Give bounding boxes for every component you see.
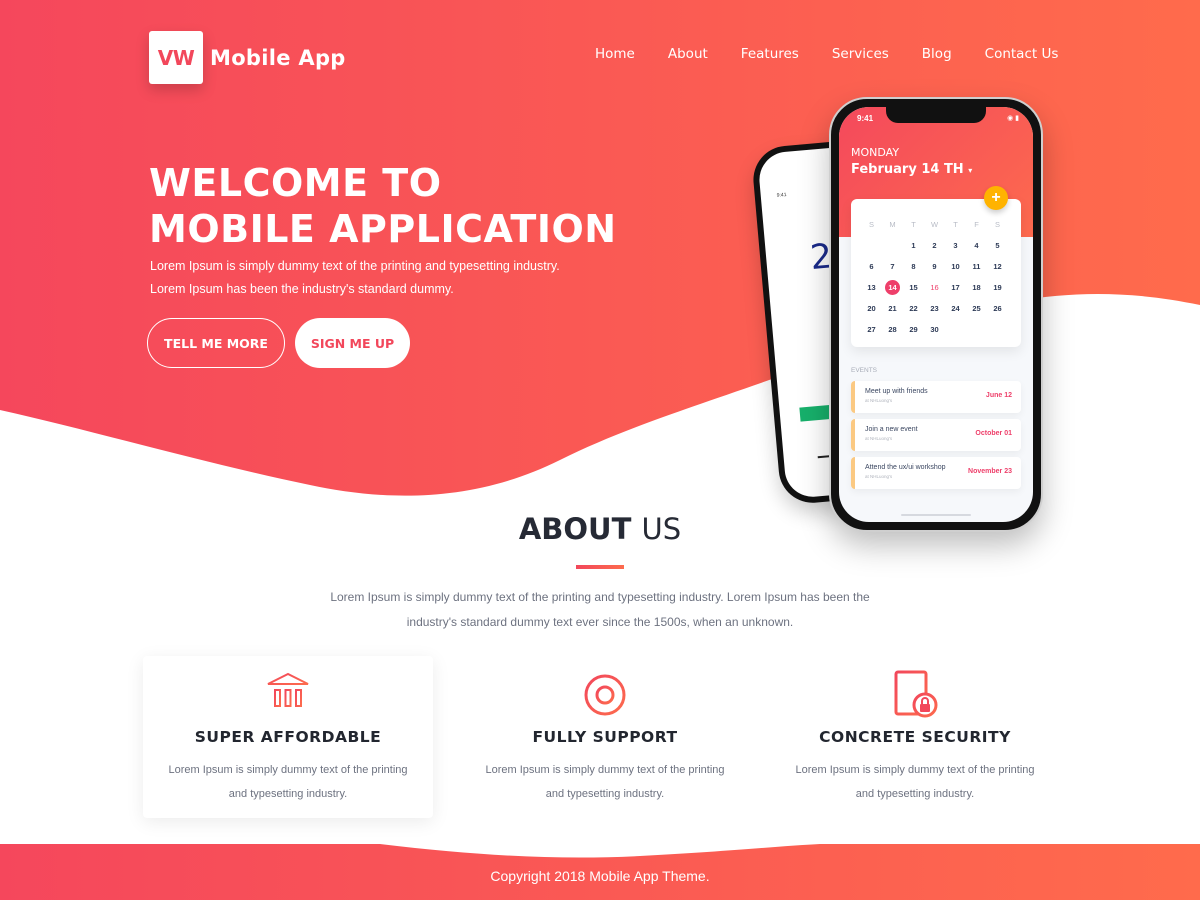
- sign-me-up-button[interactable]: SIGN ME UP: [295, 318, 410, 368]
- plus-icon: +: [984, 186, 1008, 210]
- calendar-blank: [882, 235, 903, 256]
- calendar-day[interactable]: 10: [945, 256, 966, 277]
- main-nav: Home About Features Services Blog Contac…: [595, 46, 1058, 62]
- calendar-day[interactable]: 24: [945, 298, 966, 319]
- calendar-weekday: T: [953, 220, 958, 229]
- event-location: at NHLuong's: [865, 474, 893, 479]
- event-item: Join a new event at NHLuong's October 01: [851, 419, 1021, 451]
- calendar-day[interactable]: 7: [882, 256, 903, 277]
- nav-blog[interactable]: Blog: [922, 46, 952, 62]
- calendar-day[interactable]: 8: [903, 256, 924, 277]
- calendar-day[interactable]: 25: [966, 298, 987, 319]
- event-item: Meet up with friends at NHLuong's June 1…: [851, 381, 1021, 413]
- brand-name: Mobile App: [210, 45, 346, 70]
- nav-contact-us[interactable]: Contact Us: [985, 46, 1059, 62]
- hero-title: WELCOME TO MOBILE APPLICATION: [149, 161, 617, 251]
- calendar-day[interactable]: 18: [966, 277, 987, 298]
- calendar-weekday: W: [930, 220, 939, 229]
- footer-copyright: Copyright 2018 Mobile App Theme.: [490, 868, 710, 884]
- event-location: at NHLuong's: [865, 398, 893, 403]
- hero-subtitle-line: Lorem Ipsum is simply dummy text of the …: [150, 259, 560, 273]
- feature-text: Lorem Ipsum is simply dummy text of the …: [168, 764, 408, 800]
- calendar-day[interactable]: 9: [924, 256, 945, 277]
- calendar-card: S M T W T F S 1 2 3 4 5 6 7 8 9 10 11 12 13 14 15 16 17 18 19 20 21…: [851, 199, 1021, 347]
- calendar-day[interactable]: 16: [924, 277, 945, 298]
- event-title: Attend the ux/ui workshop: [865, 464, 946, 471]
- hero-subtitle-line: Lorem Ipsum has been the industry's stan…: [150, 282, 454, 296]
- calendar-day[interactable]: 1: [903, 235, 924, 256]
- calendar-day[interactable]: 27: [861, 319, 882, 340]
- event-item: Attend the ux/ui workshop at NHLuong's N…: [851, 457, 1021, 489]
- calendar-day[interactable]: 13: [861, 277, 882, 298]
- nav-services[interactable]: Services: [832, 46, 889, 62]
- calendar-day[interactable]: 3: [945, 235, 966, 256]
- wifi-battery-icon: ◉ ▮: [1007, 115, 1019, 122]
- caret-down-icon: ▾: [968, 166, 973, 175]
- calendar-day[interactable]: 2: [924, 235, 945, 256]
- nav-home[interactable]: Home: [595, 46, 635, 62]
- phone-screen: 9:41 ◉ ▮ MONDAY February 14 TH ▾ S M T W T F S…: [839, 107, 1033, 522]
- phone-mockup-front: 9:41 ◉ ▮ MONDAY February 14 TH ▾ S M T W T F S…: [829, 97, 1043, 532]
- event-title: Join a new event: [865, 426, 918, 433]
- phone-date-text: February 14 TH: [851, 162, 964, 177]
- logo-mark: VW: [149, 31, 203, 84]
- tell-me-more-button[interactable]: TELL ME MORE: [147, 318, 285, 368]
- calendar-day[interactable]: 5: [987, 235, 1008, 256]
- events-label: EVENTS: [851, 367, 878, 374]
- about-text: Lorem Ipsum is simply dummy text of the …: [330, 590, 870, 629]
- feature-text: Lorem Ipsum is simply dummy text of the …: [795, 764, 1035, 800]
- phone-notch: [886, 107, 986, 123]
- calendar-weekday: F: [974, 220, 979, 229]
- about-title: ABOUT US: [0, 512, 1200, 546]
- calendar-day[interactable]: 30: [924, 319, 945, 340]
- calendar-day[interactable]: 22: [903, 298, 924, 319]
- calendar-day[interactable]: 12: [987, 256, 1008, 277]
- calendar-day[interactable]: 4: [966, 235, 987, 256]
- about-title-bold: ABOUT: [518, 512, 632, 546]
- calendar-day[interactable]: 23: [924, 298, 945, 319]
- nav-about[interactable]: About: [668, 46, 708, 62]
- calendar-grid: S M T W T F S 1 2 3 4 5 6 7 8 9 10 11 12 13 14 15 16 17 18 19 20 21…: [861, 214, 1008, 340]
- secure-document-icon: [894, 670, 938, 718]
- feature-title: CONCRETE SECURITY: [819, 728, 1011, 746]
- calendar-day[interactable]: 28: [882, 319, 903, 340]
- calendar-day[interactable]: 21: [882, 298, 903, 319]
- calendar-day[interactable]: 26: [987, 298, 1008, 319]
- calendar-day[interactable]: 14: [882, 277, 903, 298]
- calendar-weekday: S: [868, 220, 874, 229]
- phone-date: February 14 TH ▾: [851, 162, 972, 177]
- event-date: November 23: [968, 468, 1012, 475]
- event-location: at NHLuong's: [865, 436, 893, 441]
- about-title-light: US: [641, 512, 682, 546]
- calendar-weekday: T: [911, 220, 916, 229]
- calendar-day[interactable]: 11: [966, 256, 987, 277]
- calendar-day[interactable]: 6: [861, 256, 882, 277]
- calendar-day[interactable]: 19: [987, 277, 1008, 298]
- calendar-weekday: S: [994, 220, 1000, 229]
- event-date: October 01: [975, 430, 1012, 437]
- calendar-day[interactable]: 15: [903, 277, 924, 298]
- feature-title: FULLY SUPPORT: [532, 728, 678, 746]
- feature-card[interactable]: SUPER AFFORDABLE Lorem Ipsum is simply d…: [143, 656, 433, 818]
- event-date: June 12: [985, 392, 1012, 399]
- lifebuoy-icon: [584, 674, 626, 716]
- calendar-weekday: M: [889, 220, 896, 229]
- calendar-day[interactable]: 20: [861, 298, 882, 319]
- phone-back-time: 9:41: [776, 191, 787, 199]
- feature-title: SUPER AFFORDABLE: [194, 728, 382, 746]
- phone-day: MONDAY: [851, 146, 900, 159]
- feature-text: Lorem Ipsum is simply dummy text of the …: [485, 764, 725, 800]
- phone-status-time: 9:41: [857, 114, 874, 123]
- bank-icon: [267, 672, 309, 714]
- nav-features[interactable]: Features: [741, 46, 799, 62]
- feature-card[interactable]: CONCRETE SECURITY Lorem Ipsum is simply …: [770, 656, 1060, 818]
- event-title: Meet up with friends: [865, 388, 928, 395]
- title-underline: [576, 565, 624, 569]
- calendar-day[interactable]: 17: [945, 277, 966, 298]
- calendar-day[interactable]: 29: [903, 319, 924, 340]
- brand-logo[interactable]: VW Mobile App: [149, 31, 346, 84]
- calendar-blank: [861, 235, 882, 256]
- feature-card[interactable]: FULLY SUPPORT Lorem Ipsum is simply dumm…: [460, 656, 750, 818]
- hero-subtitle: Lorem Ipsum is simply dummy text of the …: [150, 255, 560, 301]
